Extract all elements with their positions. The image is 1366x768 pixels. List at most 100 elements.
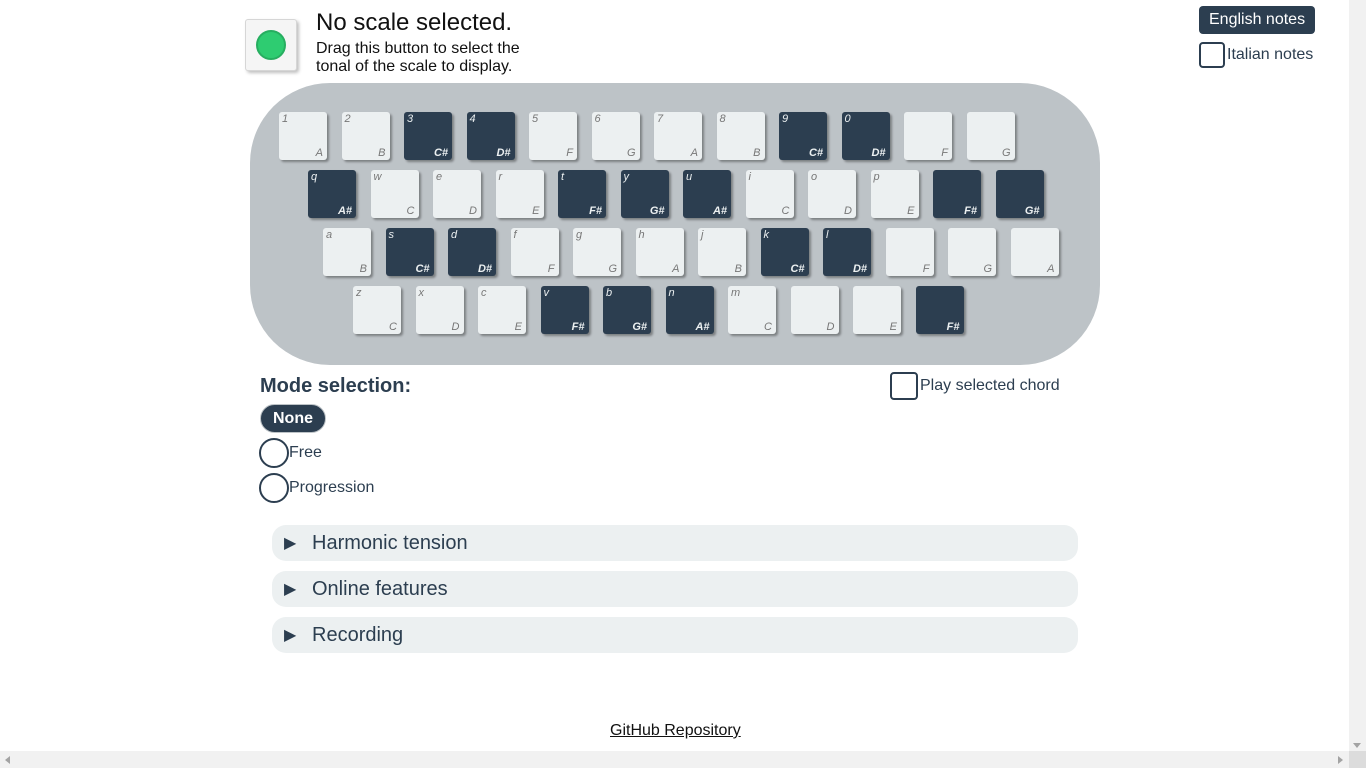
keyboard-key[interactable]: u A# [683, 170, 731, 218]
horizontal-scrollbar[interactable] [0, 751, 1349, 768]
keyboard-key[interactable]: cE [478, 286, 526, 334]
expand-triangle-icon: ▶ [284, 627, 297, 644]
keyboard-key[interactable]: D [790, 286, 839, 334]
keyboard: 1 A 2 B 3 C# 4 D# 5 F 6 G 7 A 8 B 9 C# 0 D# F Gq A# w Ce Dr Et F# y G… [250, 83, 1100, 365]
keyboard-key[interactable]: A [1010, 228, 1059, 276]
keyboard-key[interactable]: jB [698, 228, 746, 276]
keyboard-key[interactable]: t F# [558, 170, 606, 218]
keyboard-key[interactable]: oD [808, 170, 856, 218]
key-note: A# [712, 205, 727, 217]
key-note: G [608, 263, 617, 275]
keyboard-key[interactable]: pE [870, 170, 919, 218]
key-note: C [764, 321, 772, 333]
keyboard-key[interactable]: eD [433, 170, 481, 218]
key-letter: 4 [469, 113, 476, 125]
keyboard-key[interactable]: E [853, 286, 901, 334]
key-letter: j [701, 229, 704, 241]
vertical-scrollbar[interactable] [1349, 0, 1366, 751]
keyboard-key[interactable]: l D# [823, 228, 871, 276]
key-note: C [406, 205, 415, 217]
key-letter: n [668, 287, 675, 299]
mode-none-button[interactable]: None [260, 404, 326, 433]
mode-free-option[interactable]: Free [259, 438, 322, 468]
key-letter: q [311, 171, 318, 183]
expand-triangle-icon: ▶ [284, 535, 297, 552]
key-letter: b [606, 287, 613, 299]
keyboard-key[interactable]: 8B [716, 112, 765, 160]
keyboard-key[interactable]: 7A [654, 112, 702, 160]
key-note: F# [571, 321, 585, 333]
keyboard-key[interactable]: 6G [591, 112, 640, 160]
keyboard-key[interactable]: k C# [760, 228, 809, 276]
keyboard-key[interactable]: xD [415, 286, 464, 334]
keyboard-key[interactable]: y G# [620, 170, 669, 218]
keyboard-key[interactable]: fF [510, 228, 559, 276]
italian-notes-checkbox[interactable] [1199, 42, 1225, 68]
keyboard-key[interactable]: zC [353, 286, 401, 334]
key-letter: t [561, 171, 565, 183]
keyboard-key[interactable]: hA [635, 228, 684, 276]
section-online-features[interactable]: ▶ Online features [272, 571, 1078, 607]
mode-progression-option[interactable]: Progression [259, 473, 374, 503]
key-note: G# [1024, 205, 1040, 217]
key-letter: z [356, 287, 362, 299]
key-note: A [672, 263, 680, 275]
scroll-right-arrow-icon[interactable] [1338, 756, 1343, 764]
key-note: D [844, 205, 852, 217]
keyboard-key[interactable]: F# [915, 286, 964, 334]
keyboard-key[interactable]: d D# [448, 228, 496, 276]
scroll-down-arrow-icon[interactable] [1353, 743, 1361, 748]
key-note: C# [433, 147, 448, 159]
key-note: A# [695, 321, 710, 333]
keyboard-key[interactable]: G# [995, 170, 1044, 218]
keyboard-key[interactable]: q A# [308, 170, 356, 218]
keyboard-key[interactable]: 2B [341, 112, 390, 160]
key-note: C# [808, 147, 823, 159]
key-letter: c [481, 287, 487, 299]
keyboard-key[interactable]: 5F [529, 112, 577, 160]
keyboard-key[interactable]: s C# [385, 228, 434, 276]
mode-progression-radio[interactable] [259, 473, 289, 503]
play-chord-toggle[interactable]: Play selected chord [890, 371, 1060, 401]
keyboard-key[interactable]: mC [728, 286, 776, 334]
key-letter: v [543, 287, 550, 299]
mode-free-radio[interactable] [259, 438, 289, 468]
key-note: F# [964, 205, 977, 217]
keyboard-key[interactable]: G [966, 112, 1015, 160]
key-note: D [451, 321, 460, 333]
key-note: D# [496, 147, 511, 159]
keyboard-key[interactable]: gG [573, 228, 621, 276]
keyboard-key[interactable]: rE [495, 170, 544, 218]
keyboard-key[interactable]: v F# [540, 286, 589, 334]
keyboard-key[interactable]: n A# [665, 286, 714, 334]
key-note: D [469, 205, 477, 217]
keyboard-key[interactable]: 1A [279, 112, 327, 160]
section-recording[interactable]: ▶ Recording [272, 617, 1078, 653]
keyboard-key[interactable]: 0 D# [841, 112, 890, 160]
key-letter: x [418, 287, 425, 299]
keyboard-key[interactable]: F [885, 228, 934, 276]
key-note: G [983, 263, 992, 275]
key-letter: d [451, 229, 458, 241]
keyboard-key[interactable]: F [904, 112, 952, 160]
keyboard-key[interactable]: wC [370, 170, 419, 218]
github-repository-link[interactable]: GitHub Repository [610, 722, 741, 740]
scale-drag-button[interactable] [245, 19, 297, 71]
keyboard-key[interactable]: 3 C# [404, 112, 452, 160]
play-chord-checkbox[interactable] [890, 372, 918, 400]
section-harmonic-tension[interactable]: ▶ Harmonic tension [272, 525, 1078, 561]
scrollbar-corner [1349, 751, 1366, 768]
keyboard-key[interactable]: b G# [603, 286, 651, 334]
keyboard-key[interactable]: F# [933, 170, 981, 218]
keyboard-key[interactable]: 9 C# [779, 112, 827, 160]
keyboard-key[interactable]: 4 D# [466, 112, 515, 160]
key-letter: h [638, 229, 645, 241]
key-letter: 3 [407, 113, 414, 125]
italian-notes-toggle[interactable]: Italian notes [1199, 40, 1313, 70]
keyboard-key[interactable]: iC [745, 170, 794, 218]
key-note: F [547, 263, 555, 275]
keyboard-key[interactable]: G [948, 228, 996, 276]
english-notes-button[interactable]: English notes [1199, 6, 1316, 34]
keyboard-key[interactable]: aB [323, 228, 371, 276]
scroll-left-arrow-icon[interactable] [5, 756, 10, 764]
